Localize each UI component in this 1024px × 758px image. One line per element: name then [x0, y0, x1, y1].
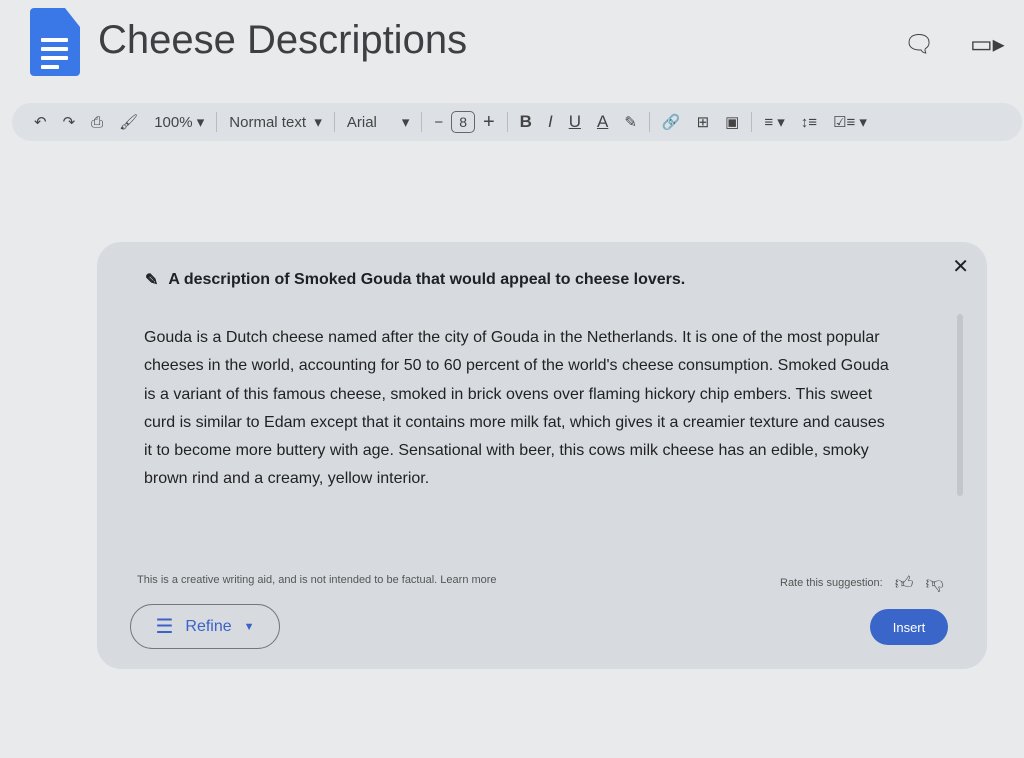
- chevron-down-icon: ▼: [243, 620, 255, 633]
- divider: [751, 112, 753, 132]
- divider: [506, 112, 508, 132]
- scrollbar[interactable]: [957, 314, 963, 496]
- learn-more-link[interactable]: Learn more: [440, 574, 496, 586]
- increase-font-size-button[interactable]: +: [475, 111, 503, 134]
- magic-pen-icon: ✎: [145, 272, 159, 289]
- style-select[interactable]: Normal text ▾: [221, 113, 330, 131]
- google-docs-logo[interactable]: [30, 8, 80, 76]
- underline-button[interactable]: U: [561, 112, 589, 132]
- checklist-icon[interactable]: ☑≡ ▾: [825, 113, 875, 131]
- prompt: ✎ A description of Smoked Gouda that woul…: [145, 270, 685, 290]
- zoom-select[interactable]: 100% ▾: [146, 113, 212, 131]
- link-icon[interactable]: 🔗: [654, 113, 689, 131]
- print-icon[interactable]: ⎙: [83, 114, 111, 131]
- document-title[interactable]: Cheese Descriptions: [98, 18, 467, 63]
- divider: [216, 112, 218, 132]
- prompt-text: A description of Smoked Gouda that would…: [168, 271, 686, 288]
- bold-button[interactable]: B: [512, 112, 540, 132]
- redo-icon[interactable]: ↷: [55, 113, 84, 131]
- toolbar: ↶ ↷ ⎙ 🖌 100% ▾ Normal text ▾ Arial ▾ − 8…: [12, 103, 1022, 141]
- rate-label: Rate this suggestion:: [780, 577, 883, 589]
- close-icon[interactable]: ✕: [952, 254, 969, 279]
- text-color-button[interactable]: A: [589, 112, 616, 132]
- italic-button[interactable]: I: [540, 112, 561, 132]
- disclaimer-text: This is a creative writing aid, and is n…: [137, 574, 438, 586]
- thumbs-up-icon[interactable]: 👍︎: [895, 572, 914, 594]
- align-icon[interactable]: ≡ ▾: [756, 113, 792, 131]
- highlight-icon[interactable]: ✎: [616, 113, 645, 131]
- insert-button[interactable]: Insert: [870, 609, 948, 645]
- filter-icon: ☰: [155, 616, 174, 638]
- video-call-icon[interactable]: ▭▸: [970, 30, 1005, 59]
- refine-button[interactable]: ☰ Refine ▼: [130, 604, 280, 649]
- style-value: Normal text: [229, 114, 306, 131]
- decrease-font-size-button[interactable]: −: [426, 114, 451, 131]
- font-select[interactable]: Arial ▾: [339, 113, 418, 131]
- divider: [333, 112, 335, 132]
- font-value: Arial: [346, 114, 377, 131]
- zoom-value: 100%: [154, 114, 193, 131]
- line-spacing-icon[interactable]: ↕≡: [793, 114, 825, 131]
- divider: [421, 112, 423, 132]
- refine-label: Refine: [185, 617, 232, 635]
- thumbs-down-icon[interactable]: 👎︎: [926, 572, 944, 594]
- paint-format-icon[interactable]: 🖌: [111, 113, 146, 131]
- insert-image-icon[interactable]: ▣: [717, 113, 747, 131]
- undo-icon[interactable]: ↶: [26, 113, 55, 131]
- help-me-write-dialog: ✎ A description of Smoked Gouda that woul…: [97, 242, 987, 669]
- disclaimer: This is a creative writing aid, and is n…: [137, 574, 497, 586]
- rating: Rate this suggestion: 👍︎ 👎︎: [780, 572, 944, 594]
- comment-icon[interactable]: 🗨: [904, 30, 934, 59]
- suggestion-text: Gouda is a Dutch cheese named after the …: [144, 329, 889, 488]
- font-size-input[interactable]: 8: [451, 111, 475, 133]
- divider: [648, 112, 650, 132]
- add-comment-icon[interactable]: ⊞: [689, 113, 718, 131]
